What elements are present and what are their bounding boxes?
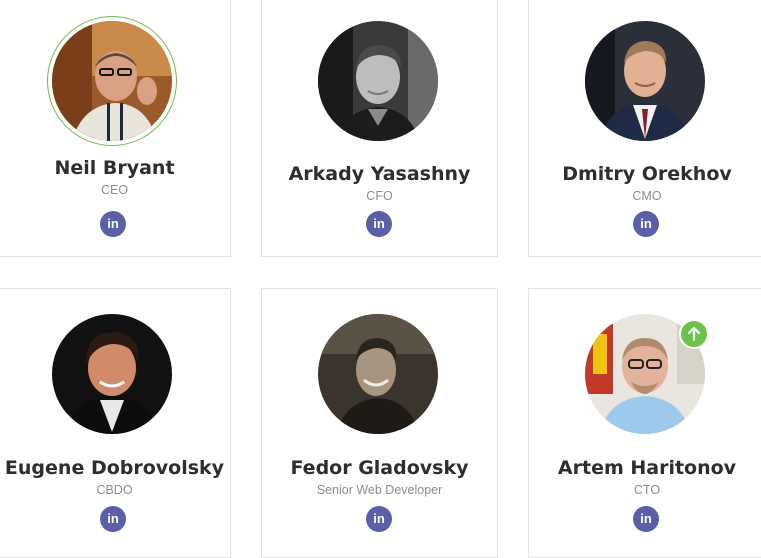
member-role: Senior Web Developer — [316, 483, 443, 497]
member-role: CFO — [366, 189, 393, 203]
avatar — [52, 21, 172, 141]
linkedin-icon[interactable]: in — [633, 211, 659, 237]
avatar — [318, 314, 438, 434]
linkedin-icon[interactable]: in — [100, 211, 126, 237]
team-card: Dmitry Orekhov CMO in — [528, 0, 761, 257]
team-card: Eugene Dobrovolsky CBDO in — [0, 288, 231, 558]
member-role: CBDO — [96, 483, 133, 497]
team-card: Fedor Gladovsky Senior Web Developer in — [261, 288, 498, 558]
member-name: Eugene Dobrovolsky — [4, 457, 225, 479]
member-name: Artem Haritonov — [557, 457, 737, 479]
team-card: Arkady Yasashny CFO in — [261, 0, 498, 257]
scroll-to-top-button[interactable] — [679, 319, 709, 349]
linkedin-icon[interactable]: in — [366, 506, 392, 532]
member-role: CMO — [632, 189, 662, 203]
team-card: Neil Bryant CEO in — [0, 0, 231, 257]
member-name: Neil Bryant — [54, 157, 175, 179]
member-role: CTO — [633, 483, 661, 497]
member-name: Dmitry Orekhov — [562, 163, 732, 185]
avatar — [585, 21, 705, 141]
member-name: Arkady Yasashny — [288, 163, 471, 185]
team-card: Artem Haritonov CTO in — [528, 288, 761, 558]
linkedin-icon[interactable]: in — [100, 506, 126, 532]
arrow-up-icon — [687, 326, 701, 342]
avatar — [52, 314, 172, 434]
member-name: Fedor Gladovsky — [290, 457, 469, 479]
member-role: CEO — [100, 183, 129, 197]
avatar — [318, 21, 438, 141]
linkedin-icon[interactable]: in — [366, 211, 392, 237]
linkedin-icon[interactable]: in — [633, 506, 659, 532]
